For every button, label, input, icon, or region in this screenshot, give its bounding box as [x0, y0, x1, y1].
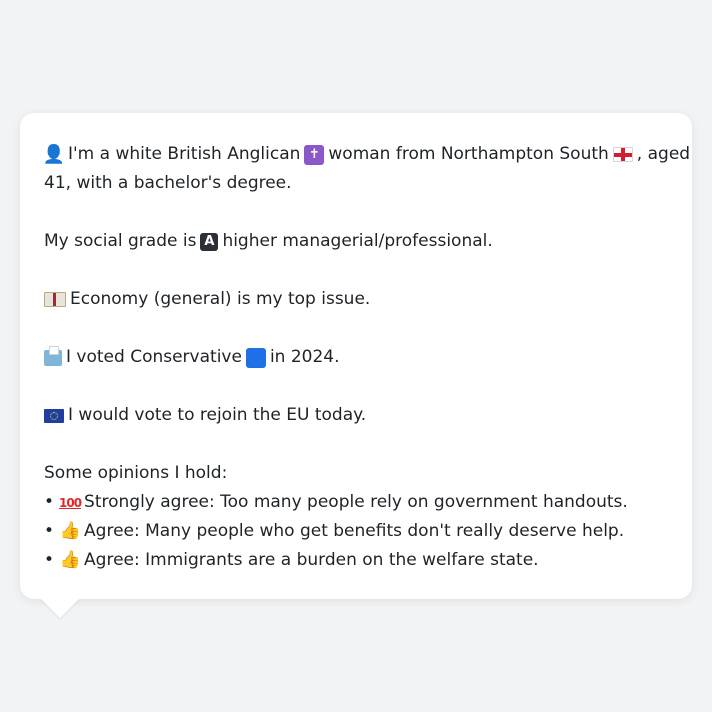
person-silhouette-icon: 👤: [42, 143, 66, 165]
opinion-text: Strongly agree: Too many people rely on …: [84, 492, 628, 512]
england-flag-icon: [612, 147, 633, 162]
eu-flag-icon: [44, 408, 64, 423]
social-grade-label: My social grade is: [44, 231, 197, 251]
banknote-icon: [44, 292, 66, 307]
bullet: •: [44, 521, 55, 541]
opinion-text: Agree: Immigrants are a burden on the we…: [84, 550, 539, 570]
bubble-tail: [40, 598, 80, 618]
ballot-box-icon: [44, 345, 62, 366]
vote-line: I voted Conservative in 2024.: [44, 343, 668, 372]
thumbs-up-icon: 👍: [59, 550, 81, 570]
social-grade-value: higher managerial/professional.: [222, 231, 493, 251]
bullet: •: [44, 550, 55, 570]
bullet: •: [44, 492, 55, 512]
vote-text-a: I voted Conservative: [66, 347, 242, 367]
identity-text-line2: 41, with a bachelor's degree.: [44, 173, 292, 193]
latin-cross-icon: ✝: [304, 144, 325, 165]
identity-text-c: , aged: [636, 144, 691, 164]
opinion-item: • 👍 Agree: Many people who get benefits …: [44, 517, 668, 546]
social-grade-line: My social grade is A higher managerial/p…: [44, 227, 668, 256]
opinion-text: Agree: Many people who get benefits don'…: [84, 521, 625, 541]
letter-a-icon: A: [200, 232, 219, 251]
identity-text-b: woman from Northampton South: [328, 144, 609, 164]
opinion-item: • 👍 Agree: Immigrants are a burden on th…: [44, 546, 668, 575]
identity-paragraph: 👤 I'm a white British Anglican ✝ woman f…: [42, 140, 690, 198]
top-issue-line: Economy (general) is my top issue.: [44, 285, 668, 314]
vote-text-b: in 2024.: [269, 347, 340, 367]
eu-text: I would vote to rejoin the EU today.: [68, 405, 367, 425]
eu-line: I would vote to rejoin the EU today.: [44, 401, 668, 430]
blue-square-icon: [245, 347, 266, 368]
opinion-item: • 100 Strongly agree: Too many people re…: [44, 488, 668, 517]
hundred-icon: 100: [59, 495, 82, 510]
top-issue-text: Economy (general) is my top issue.: [70, 289, 371, 309]
identity-text-a: I'm a white British Anglican: [68, 144, 301, 164]
chat-message-bubble: 👤 I'm a white British Anglican ✝ woman f…: [20, 113, 692, 599]
thumbs-up-icon: 👍: [59, 521, 81, 541]
opinions-heading: Some opinions I hold:: [44, 463, 228, 483]
